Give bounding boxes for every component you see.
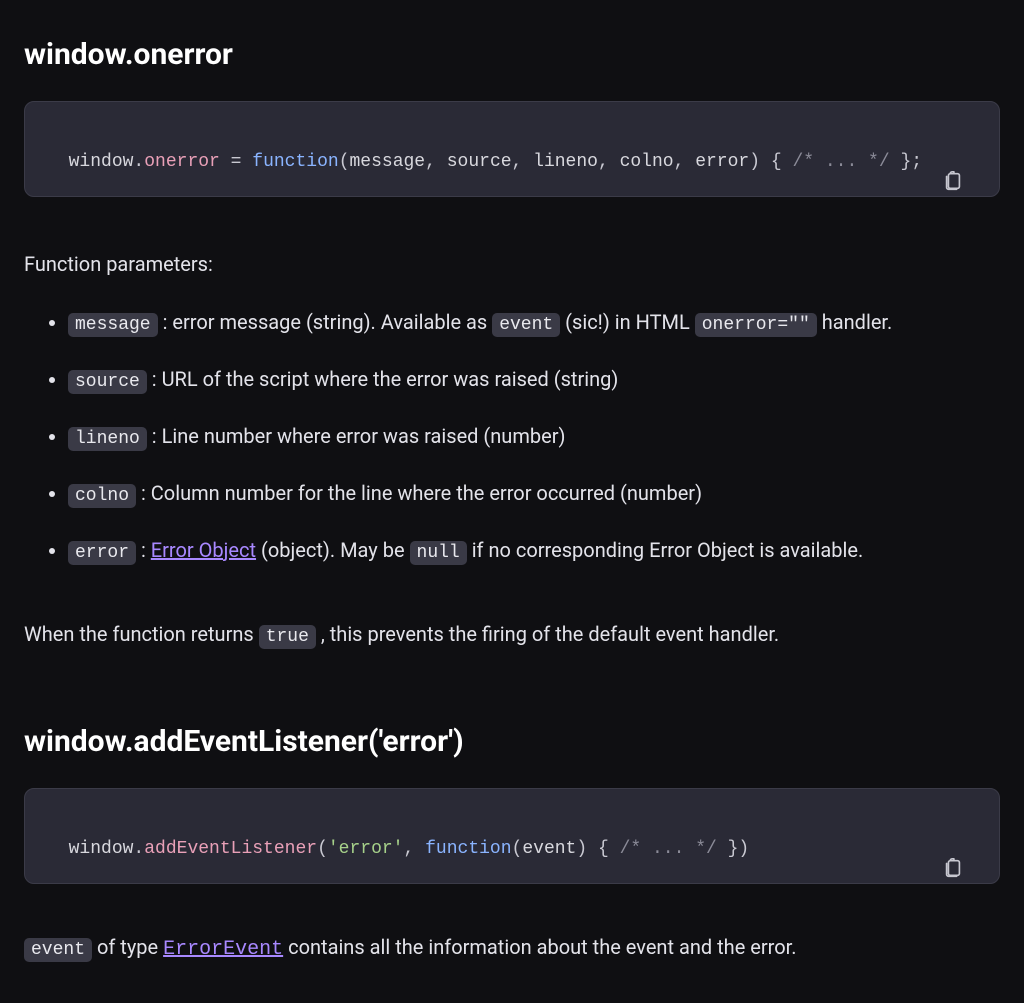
inline-code-onerror-attr: onerror="" xyxy=(695,313,817,337)
code-token: /* ... */ xyxy=(792,152,889,172)
inline-code-event: event xyxy=(492,313,560,337)
code-token: }; xyxy=(890,152,922,172)
code-token: 'error' xyxy=(328,839,404,859)
parameter-list: message : error message (string). Availa… xyxy=(68,307,1000,567)
param-text: : Line number where error was raised (nu… xyxy=(147,424,566,448)
code-token: source xyxy=(447,152,512,172)
code-token: { xyxy=(760,152,792,172)
code-token: }) xyxy=(717,839,749,859)
code-token: message xyxy=(350,152,426,172)
return-note: When the function returns true , this pr… xyxy=(24,619,1000,651)
list-item: lineno : Line number where error was rai… xyxy=(68,421,1000,454)
param-code-colno: colno xyxy=(68,484,136,508)
closing-note: event of type ErrorEvent contains all th… xyxy=(24,932,1000,965)
link-error-object[interactable]: Error Object xyxy=(151,538,256,562)
code-token: . xyxy=(133,839,144,859)
code-token: colno xyxy=(620,152,674,172)
code-token: event xyxy=(522,839,576,859)
code-token: function xyxy=(252,152,338,172)
code-token: . xyxy=(133,152,144,172)
link-errorevent[interactable]: ErrorEvent xyxy=(163,938,283,961)
code-token: , xyxy=(512,152,534,172)
code-token: ( xyxy=(512,839,523,859)
list-item: error : Error Object (object). May be nu… xyxy=(68,535,1000,568)
code-token: , xyxy=(598,152,620,172)
inline-code-true: true xyxy=(259,625,316,649)
param-text: if no corresponding Error Object is avai… xyxy=(467,538,863,562)
text: When the function returns xyxy=(24,622,259,646)
heading-addeventlistener-error: window.addEventListener('error') xyxy=(24,719,1000,764)
code-token: lineno xyxy=(533,152,598,172)
text: , this prevents the firing of the defaul… xyxy=(316,622,779,646)
list-item: message : error message (string). Availa… xyxy=(68,307,1000,340)
code-token: function xyxy=(425,839,511,859)
code-token: addEventListener xyxy=(144,839,317,859)
inline-code-event: event xyxy=(24,938,92,962)
inline-code-null: null xyxy=(410,541,467,565)
code-token: window xyxy=(69,152,134,172)
heading-window-onerror: window.onerror xyxy=(24,32,1000,77)
list-item: colno : Column number for the line where… xyxy=(68,478,1000,511)
code-token: ) xyxy=(576,839,587,859)
param-code-source: source xyxy=(68,370,147,394)
code-token: ( xyxy=(317,839,328,859)
code-token: , xyxy=(404,839,426,859)
code-token: , xyxy=(425,152,447,172)
param-text: handler. xyxy=(817,310,893,334)
code-token: = xyxy=(220,152,252,172)
list-item: source : URL of the script where the err… xyxy=(68,364,1000,397)
param-text: (sic!) in HTML xyxy=(560,310,695,334)
param-text: : error message (string). Available as xyxy=(158,310,493,334)
param-code-message: message xyxy=(68,313,158,337)
code-token: ( xyxy=(339,152,350,172)
code-token: , xyxy=(674,152,696,172)
code-token: error xyxy=(695,152,749,172)
code-block-onerror: window.onerror = function(message, sourc… xyxy=(24,101,1000,197)
code-token: /* ... */ xyxy=(620,839,717,859)
code-token: { xyxy=(587,839,619,859)
param-text: : xyxy=(136,538,151,562)
copy-icon[interactable] xyxy=(942,803,985,933)
code-token: ) xyxy=(749,152,760,172)
text: contains all the information about the e… xyxy=(283,935,796,959)
param-text: (object). May be xyxy=(256,538,409,562)
code-token: window xyxy=(69,839,134,859)
function-parameters-label: Function parameters: xyxy=(24,249,1000,279)
param-text: : URL of the script where the error was … xyxy=(147,367,619,391)
param-text: : Column number for the line where the e… xyxy=(136,481,702,505)
param-code-lineno: lineno xyxy=(68,427,147,451)
param-code-error: error xyxy=(68,541,136,565)
text: of type xyxy=(92,935,163,959)
code-token: onerror xyxy=(144,152,220,172)
copy-icon[interactable] xyxy=(942,116,985,246)
code-block-addeventlistener: window.addEventListener('error', functio… xyxy=(24,788,1000,884)
